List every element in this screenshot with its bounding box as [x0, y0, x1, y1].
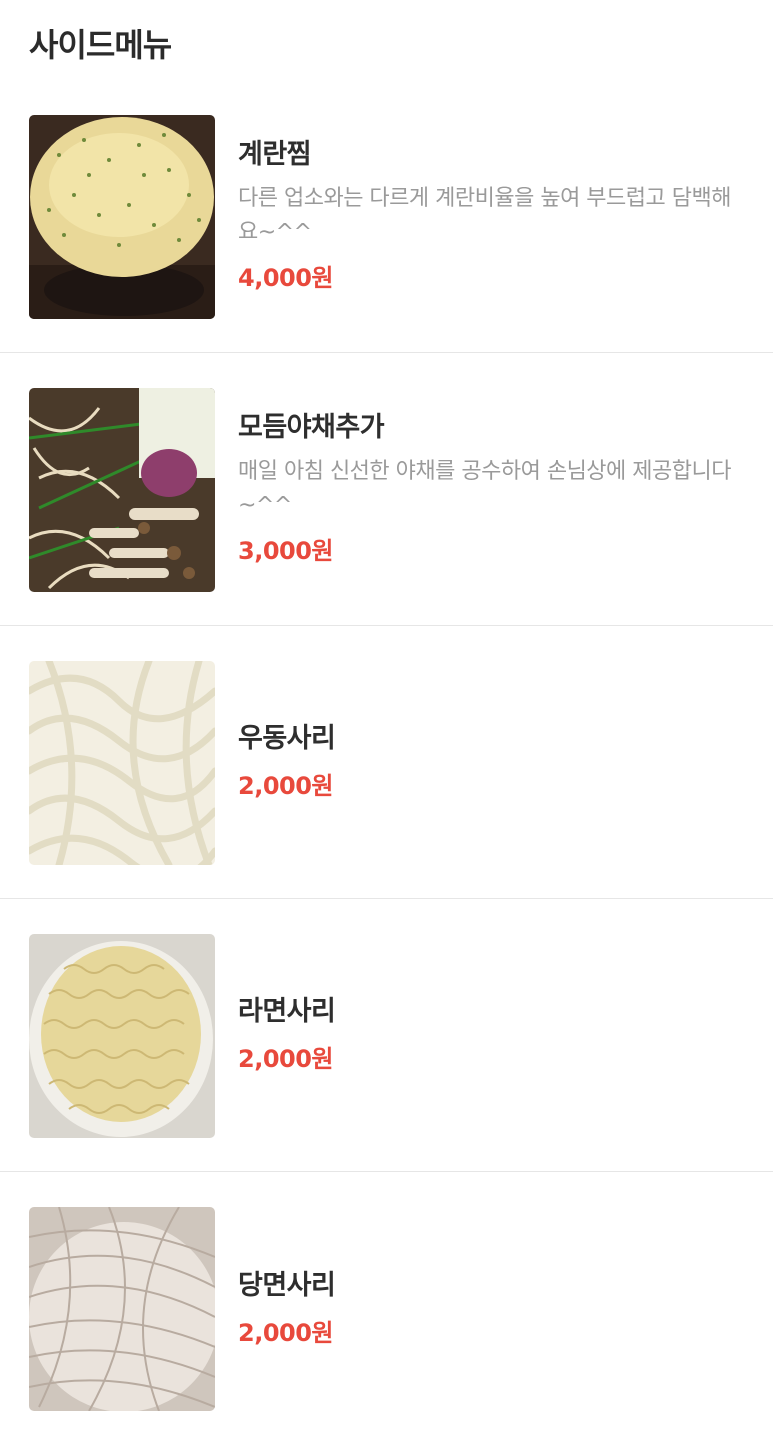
- item-info: 당면사리 2,000원: [238, 1172, 733, 1445]
- item-info: 계란찜 다른 업소와는 다르게 계란비율을 높여 부드럽고 담백해요~^^ 4,…: [238, 80, 733, 352]
- item-info: 우동사리 2,000원: [238, 626, 733, 898]
- item-description: 매일 아침 신선한 야채를 공수하여 손님상에 제공합니다~^^: [238, 459, 731, 518]
- vegetables-photo: [29, 388, 215, 592]
- menu-item-steamed-egg[interactable]: 계란찜 다른 업소와는 다르게 계란비율을 높여 부드럽고 담백해요~^^ 4,…: [0, 80, 773, 353]
- ramen-noodles-photo: [29, 934, 215, 1138]
- menu-item-vegetables[interactable]: 모듬야채추가 매일 아침 신선한 야채를 공수하여 손님상에 제공합니다~^^ …: [0, 353, 773, 626]
- item-name: 모듬야채추가: [238, 412, 385, 443]
- menu-item-glass-noodles[interactable]: 당면사리 2,000원: [0, 1172, 773, 1445]
- item-price: 2,000원: [238, 772, 334, 800]
- item-price: 3,000원: [238, 537, 334, 565]
- item-info: 라면사리 2,000원: [238, 899, 733, 1171]
- item-info: 모듬야채추가 매일 아침 신선한 야채를 공수하여 손님상에 제공합니다~^^ …: [238, 353, 733, 625]
- item-description: 다른 업소와는 다르게 계란비율을 높여 부드럽고 담백해요~^^: [238, 186, 731, 245]
- steamed-egg-photo: [29, 115, 215, 319]
- menu-list: 계란찜 다른 업소와는 다르게 계란비율을 높여 부드럽고 담백해요~^^ 4,…: [0, 80, 773, 1445]
- menu-item-ramen[interactable]: 라면사리 2,000원: [0, 899, 773, 1172]
- item-name: 당면사리: [238, 1269, 336, 1301]
- menu-item-udon[interactable]: 우동사리 2,000원: [0, 626, 773, 899]
- item-price: 2,000원: [238, 1045, 334, 1073]
- item-name: 계란찜: [238, 139, 312, 170]
- item-name: 라면사리: [238, 996, 336, 1027]
- item-price: 4,000원: [238, 264, 334, 292]
- glass-noodles-photo: [29, 1207, 215, 1411]
- item-name: 우동사리: [238, 723, 336, 754]
- item-price: 2,000원: [238, 1318, 334, 1347]
- section-title: 사이드메뉴: [29, 26, 172, 64]
- side-menu-page: 사이드메뉴 계란찜 다른 업소와는 다르게 계란비율을 높여 부드럽고 담백해요…: [0, 0, 773, 1445]
- udon-noodles-photo: [29, 661, 215, 865]
